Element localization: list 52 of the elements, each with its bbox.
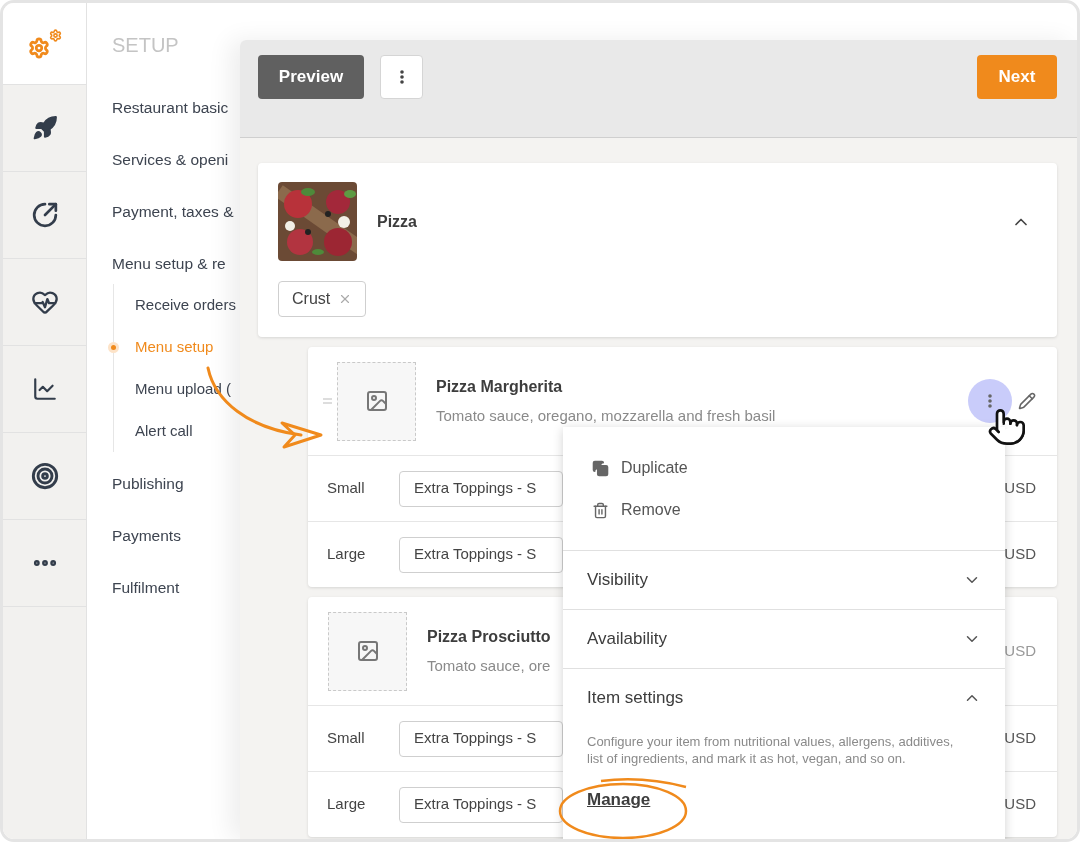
heart-pulse-icon[interactable] [30, 288, 59, 316]
rocket-icon[interactable] [31, 115, 58, 141]
section-header[interactable]: Visibility [563, 551, 1005, 609]
option-select[interactable]: Extra Toppings - S [399, 536, 563, 573]
preview-button[interactable]: Preview [258, 55, 364, 99]
currency-label: USD [1004, 544, 1036, 565]
item-title: Pizza Prosciutto [427, 626, 551, 647]
sidebar-item[interactable]: Menu setup & re [112, 238, 240, 290]
sidebar-title: SETUP [112, 33, 180, 58]
currency-label: USD [1004, 794, 1036, 815]
target-icon[interactable] [30, 462, 59, 490]
size-label: Large [327, 544, 367, 565]
menu-item[interactable]: Duplicate [563, 447, 1005, 489]
vertical-dots-icon [399, 70, 404, 84]
image-icon [355, 639, 380, 663]
sidebar-item[interactable]: Services & openi [112, 134, 240, 186]
more-button[interactable] [968, 379, 1012, 423]
section-description: Configure your item from nutritional values, allergens, additives, list of ingredients, and mark it as hot, vegan, and so on. [587, 733, 955, 767]
menu-item[interactable]: Remove [563, 489, 1005, 531]
sidebar-item[interactable]: Payment, taxes & [112, 186, 240, 238]
currency-label: USD [1004, 478, 1036, 499]
size-label: Small [327, 478, 366, 499]
vertical-dots-icon [988, 394, 992, 408]
active-dot [108, 341, 119, 353]
category-title: Pizza [377, 211, 417, 232]
sidebar-item[interactable]: Payments [112, 510, 240, 562]
section-header[interactable]: Item settings [563, 669, 1005, 727]
sidebar-subitem[interactable]: Alert call [135, 419, 193, 443]
sidebar-item[interactable]: Fulfilment [112, 562, 240, 614]
currency-label: USD [1004, 640, 1036, 661]
copy-icon [592, 459, 609, 477]
size-label: Small [327, 728, 366, 749]
chart-icon[interactable] [31, 376, 58, 402]
image-icon [364, 389, 389, 413]
item-description: Tomato sauce, oregano, mozzarella and fresh basil [436, 405, 776, 426]
section-header[interactable]: Availability [563, 610, 1005, 668]
size-label: Large [327, 794, 367, 815]
item-title: Pizza Margherita [436, 376, 564, 397]
tag-chip[interactable]: Crust [278, 281, 367, 317]
option-select[interactable]: Extra Toppings - S [399, 786, 563, 823]
arrow-circle-icon[interactable] [31, 202, 58, 228]
image-placeholder[interactable] [337, 361, 416, 441]
sidebar-item[interactable]: Publishing [112, 458, 240, 510]
edit-icon[interactable] [1018, 392, 1036, 410]
sidebar-subitem[interactable]: Receive orders [135, 293, 236, 317]
currency-label: USD [1004, 728, 1036, 749]
sidebar-item[interactable]: Restaurant basic [112, 82, 240, 134]
option-select[interactable]: Extra Toppings - S [399, 720, 563, 757]
option-select[interactable]: Extra Toppings - S [399, 470, 563, 507]
item-description: Tomato sauce, ore [427, 655, 551, 676]
trash-icon [592, 501, 609, 519]
image-placeholder[interactable] [328, 611, 407, 691]
